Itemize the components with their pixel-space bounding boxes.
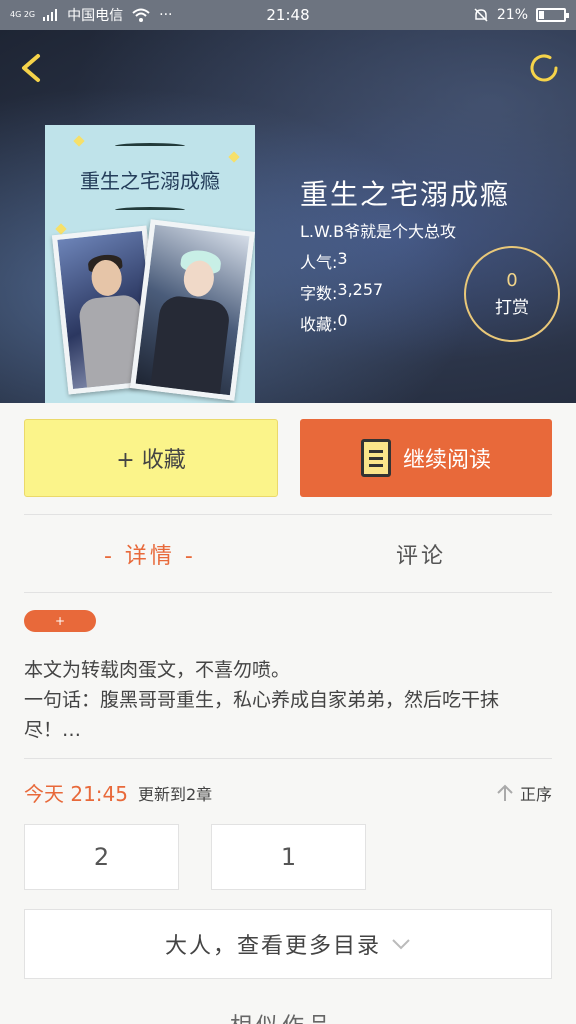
stat-label: 字数: <box>300 284 338 303</box>
more-dots: ··· <box>159 7 173 23</box>
refresh-button[interactable] <box>526 50 562 86</box>
back-button[interactable] <box>14 50 50 86</box>
book-header: 重生之宅溺成瘾 重生之宅溺成瘾 L.W.B爷就是个大总攻 人气: 3 字数: 3,2… <box>0 30 576 403</box>
update-time: 今天 21:45 <box>24 782 128 806</box>
status-time: 21:48 <box>266 6 310 24</box>
arrow-up-icon <box>497 784 513 801</box>
collect-label: + 收藏 <box>116 448 186 473</box>
chevron-left-icon <box>22 54 40 82</box>
book-description[interactable]: 本文为转载肉蛋文，不喜勿喷。 一句话：腹黑哥哥重生，私心养成自家弟弟，然后吃干抹尽… <box>24 655 554 745</box>
cover-photo <box>130 219 255 401</box>
read-label: 继续阅读 <box>402 448 491 473</box>
divider <box>24 592 552 593</box>
stat-value: 3,257 <box>337 280 384 299</box>
description-text: 本文为转载肉蛋文，不喜勿喷。 一句话：腹黑哥哥重生，私心养成自家弟弟，然后吃干抹尽… <box>24 659 500 741</box>
stat-value: 0 <box>337 311 348 330</box>
cover-decoration <box>228 151 240 163</box>
add-to-collection-button[interactable]: + 收藏 <box>24 419 278 497</box>
cover-title: 重生之宅溺成瘾 <box>80 169 220 193</box>
divider <box>24 758 552 759</box>
similar-works-heading: 相似作品 <box>230 1008 334 1024</box>
chapter-item[interactable]: 2 <box>24 824 179 890</box>
divider <box>24 514 552 515</box>
wifi-icon <box>132 8 150 22</box>
stat-value: 3 <box>337 249 348 268</box>
status-bar: 4G 2G 中国电信 ··· 21:48 21% <box>0 0 576 30</box>
cover-leaf-icon <box>115 143 185 149</box>
cover-leaf-icon <box>115 207 185 213</box>
tab-details[interactable]: - 详情 - <box>104 538 196 570</box>
stat-word-count: 字数: 3,257 <box>300 280 383 304</box>
bell-muted-icon <box>474 8 488 22</box>
network-indicator: 4G 2G <box>10 10 36 19</box>
sort-toggle[interactable]: 正序 <box>496 781 552 805</box>
update-row: 今天 21:45 更新到2章 正序 <box>24 778 552 807</box>
update-text: 更新到2章 <box>138 784 213 804</box>
stat-label: 人气: <box>300 253 338 272</box>
book-cover[interactable]: 重生之宅溺成瘾 <box>45 125 255 403</box>
signal-icon <box>43 9 58 21</box>
chevron-down-icon <box>392 939 410 950</box>
stat-collections: 收藏: 0 <box>300 311 348 335</box>
view-more-catalog-button[interactable]: 大人，查看更多目录 <box>24 909 552 979</box>
tip-label: 打赏 <box>495 298 529 318</box>
book-icon <box>360 439 391 477</box>
carrier-label: 中国电信 <box>67 8 124 24</box>
chapter-item[interactable]: 1 <box>211 824 366 890</box>
stat-label: 收藏: <box>300 315 338 334</box>
tag-badge[interactable]: + <box>24 610 96 632</box>
more-catalog-label: 大人，查看更多目录 <box>164 934 381 959</box>
stat-popularity: 人气: 3 <box>300 249 348 273</box>
tip-count: 0 <box>506 270 518 291</box>
cover-decoration <box>73 135 85 147</box>
tab-comments[interactable]: 评论 <box>396 538 446 570</box>
loading-spinner-icon <box>530 54 558 82</box>
sort-label: 正序 <box>519 784 552 804</box>
tip-button[interactable]: 0 打赏 <box>464 246 560 342</box>
book-author[interactable]: L.W.B爷就是个大总攻 <box>300 218 456 242</box>
book-title: 重生之宅溺成瘾 <box>300 178 511 211</box>
battery-percent: 21% <box>496 7 528 23</box>
continue-reading-button[interactable]: 继续阅读 <box>300 419 552 497</box>
battery-icon <box>536 8 569 22</box>
